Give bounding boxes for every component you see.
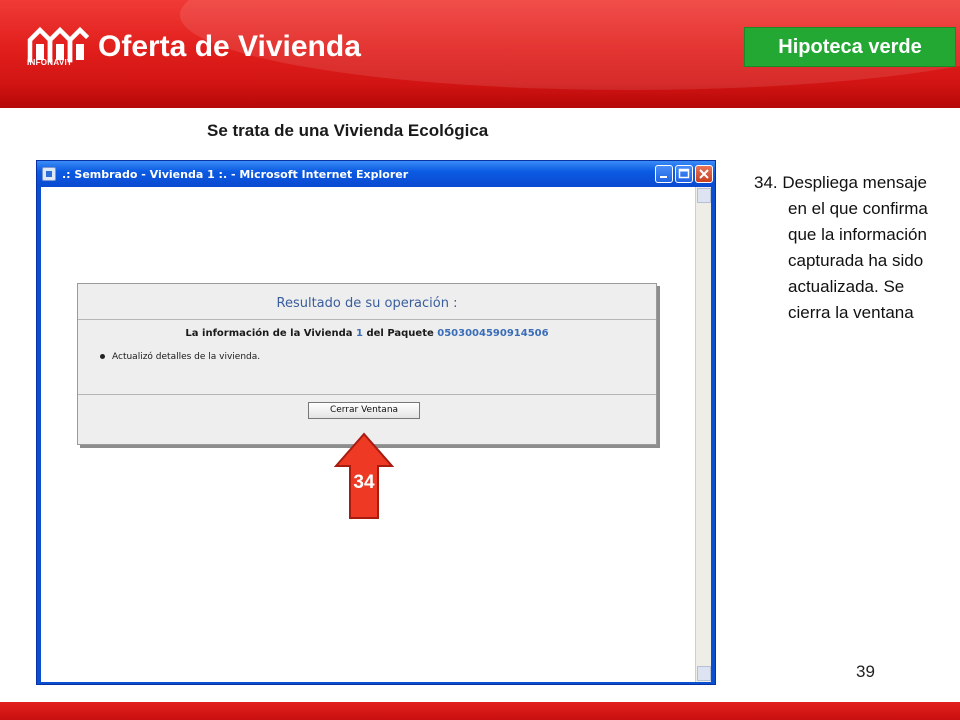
- divider: [78, 319, 656, 320]
- result-bullet-item: Actualizó detalles de la vivienda.: [100, 352, 260, 362]
- logo-caption: INFONAVIT: [27, 58, 73, 67]
- scroll-up-icon[interactable]: [697, 188, 711, 203]
- paquete-number: 0503004590914506: [437, 328, 549, 339]
- callout-step-number: 34: [353, 472, 375, 493]
- page-number: 39: [856, 662, 875, 681]
- app-title: Oferta de Vivienda: [98, 30, 361, 63]
- header-banner: INFONAVIT Oferta de Vivienda Hipoteca ve…: [0, 0, 960, 108]
- footer-bar: [0, 702, 960, 720]
- step-instruction: 34. Despliega mensaje en el que confirma…: [754, 173, 928, 322]
- ie-titlebar: .: Sembrado - Vivienda 1 :. - Microsoft …: [37, 161, 715, 187]
- ie-window-icon: [42, 167, 56, 181]
- divider: [78, 394, 656, 395]
- bullet-icon: [100, 354, 105, 359]
- info-prefix: La información de la Vivienda: [185, 328, 353, 339]
- info-middle: del Paquete: [366, 328, 434, 339]
- result-panel: Resultado de su operación : La informaci…: [77, 283, 657, 445]
- vertical-scrollbar[interactable]: [695, 187, 711, 682]
- hipoteca-verde-badge: Hipoteca verde: [744, 27, 956, 67]
- slide-subtitle: Se trata de una Vivienda Ecológica: [207, 121, 489, 140]
- result-heading: Resultado de su operación :: [276, 296, 458, 311]
- vivienda-number: 1: [356, 328, 363, 339]
- ie-window: .: Sembrado - Vivienda 1 :. - Microsoft …: [36, 160, 716, 685]
- maximize-icon[interactable]: [675, 165, 693, 183]
- cerrar-ventana-button[interactable]: Cerrar Ventana: [308, 402, 420, 419]
- close-icon[interactable]: [695, 165, 713, 183]
- minimize-icon[interactable]: [655, 165, 673, 183]
- header-shade: [0, 84, 960, 108]
- bullet-text: Actualizó detalles de la vivienda.: [112, 352, 261, 362]
- scroll-down-icon[interactable]: [697, 666, 711, 681]
- result-info-line: La información de la Vivienda 1 del Paqu…: [78, 328, 656, 339]
- ie-window-title: .: Sembrado - Vivienda 1 :. - Microsoft …: [62, 168, 409, 181]
